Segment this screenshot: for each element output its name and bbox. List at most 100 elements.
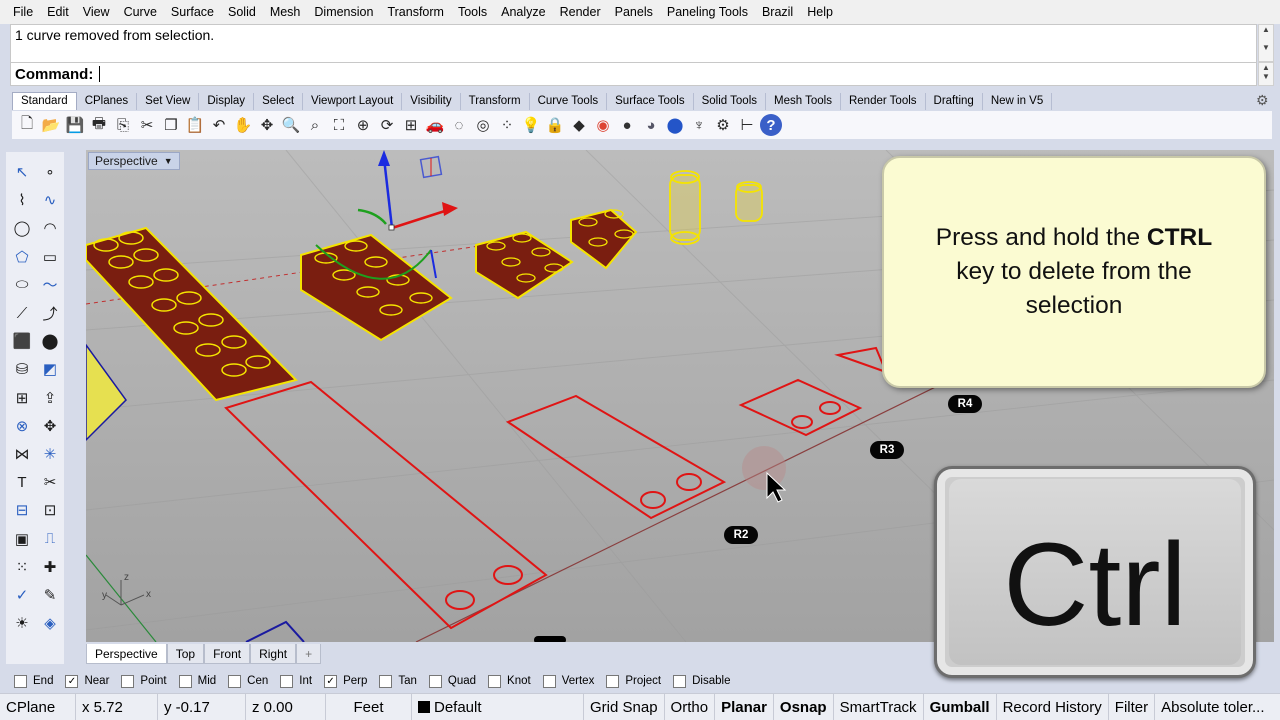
- text-icon[interactable]: T: [8, 468, 36, 496]
- tab-cplanes[interactable]: CPlanes: [77, 93, 138, 110]
- tab-standard[interactable]: Standard: [12, 92, 77, 110]
- tab-surface-tools[interactable]: Surface Tools: [607, 93, 694, 110]
- render-sphere-icon[interactable]: ●: [616, 114, 638, 136]
- circle-icon[interactable]: ◯: [8, 214, 36, 242]
- show-icon[interactable]: ◎: [472, 114, 494, 136]
- polygon-icon[interactable]: ⬠: [8, 243, 36, 271]
- menu-panels[interactable]: Panels: [608, 0, 660, 24]
- material-icon[interactable]: ⬤: [664, 114, 686, 136]
- menu-brazil[interactable]: Brazil: [755, 0, 800, 24]
- menu-mesh[interactable]: Mesh: [263, 0, 308, 24]
- osnap-toggle[interactable]: Osnap: [774, 693, 834, 720]
- import-icon[interactable]: ⎘: [112, 114, 134, 136]
- curve-edit-icon[interactable]: ⟋: [8, 299, 36, 327]
- car-icon[interactable]: 🚗: [424, 114, 446, 136]
- osnap-checkbox[interactable]: [606, 674, 620, 688]
- osnap-checkbox[interactable]: [121, 674, 135, 688]
- command-scrollbar[interactable]: ▲ ▼: [1258, 62, 1274, 86]
- hide-icon[interactable]: ◌: [448, 114, 470, 136]
- tab-set-view[interactable]: Set View: [137, 93, 200, 110]
- osnap-near[interactable]: ✓ Near: [65, 674, 109, 688]
- tab-viewport-layout[interactable]: Viewport Layout: [303, 93, 403, 110]
- open-file-icon[interactable]: 📂: [40, 114, 62, 136]
- join-icon[interactable]: ⋈: [8, 440, 36, 468]
- surface-icon[interactable]: ◩: [36, 355, 64, 383]
- freeform-icon[interactable]: 〜: [36, 271, 64, 299]
- command-line[interactable]: Command:: [10, 62, 1257, 86]
- tab-mesh-tools[interactable]: Mesh Tools: [766, 93, 841, 110]
- tab-select[interactable]: Select: [254, 93, 304, 110]
- osnap-checkbox[interactable]: [428, 674, 442, 688]
- osnap-knot[interactable]: Knot: [488, 674, 531, 688]
- zoom-extents-icon[interactable]: ⛶: [328, 114, 350, 136]
- light-icon[interactable]: ☀: [8, 609, 36, 637]
- osnap-checkbox[interactable]: [280, 674, 294, 688]
- osnap-checkbox[interactable]: [488, 674, 502, 688]
- spotlight-icon[interactable]: ♆: [688, 114, 710, 136]
- menu-edit[interactable]: Edit: [40, 0, 76, 24]
- undo-icon[interactable]: ↶: [208, 114, 230, 136]
- zoom-icon[interactable]: 🔍: [280, 114, 302, 136]
- osnap-quad[interactable]: Quad: [428, 674, 476, 688]
- cut-icon[interactable]: ✂: [136, 114, 158, 136]
- menu-analyze[interactable]: Analyze: [494, 0, 552, 24]
- fillet-icon[interactable]: ⤴: [36, 299, 64, 327]
- menu-dimension[interactable]: Dimension: [307, 0, 380, 24]
- ortho-toggle[interactable]: Ortho: [665, 693, 716, 720]
- move-icon[interactable]: ✚: [36, 553, 64, 581]
- cylinder-icon[interactable]: ⛁: [8, 355, 36, 383]
- light-bulb-icon[interactable]: 💡: [520, 114, 542, 136]
- smarttrack-toggle[interactable]: SmartTrack: [834, 693, 924, 720]
- polyline-icon[interactable]: ⌇: [8, 186, 36, 214]
- menu-render[interactable]: Render: [553, 0, 608, 24]
- mesh-icon[interactable]: ⊞: [8, 384, 36, 412]
- planar-toggle[interactable]: Planar: [715, 693, 774, 720]
- tab-curve-tools[interactable]: Curve Tools: [530, 93, 608, 110]
- record-history-toggle[interactable]: Record History: [997, 693, 1109, 720]
- tab-transform[interactable]: Transform: [461, 93, 530, 110]
- sphere-icon[interactable]: ⬤: [36, 327, 64, 355]
- tab-new-in-v5[interactable]: New in V5: [983, 93, 1053, 110]
- save-icon[interactable]: 💾: [64, 114, 86, 136]
- osnap-vertex[interactable]: Vertex: [542, 674, 594, 688]
- osnap-checkbox[interactable]: [673, 674, 687, 688]
- menu-surface[interactable]: Surface: [164, 0, 221, 24]
- rotate-view-icon[interactable]: ✥: [256, 114, 278, 136]
- copy-icon[interactable]: ❐: [160, 114, 182, 136]
- render-icon[interactable]: ◈: [36, 609, 64, 637]
- array-icon[interactable]: ⁙: [8, 553, 36, 581]
- curve-icon[interactable]: ∿: [36, 186, 64, 214]
- view-tab-right[interactable]: Right: [250, 644, 297, 664]
- paint-icon[interactable]: ✎: [36, 581, 64, 609]
- explode-icon[interactable]: ✳: [36, 440, 64, 468]
- rectangle-icon[interactable]: ▭: [36, 243, 64, 271]
- menu-transform[interactable]: Transform: [380, 0, 451, 24]
- new-file-icon[interactable]: 🗋: [16, 114, 38, 136]
- tab-drafting[interactable]: Drafting: [926, 93, 983, 110]
- osnap-perp[interactable]: ✓ Perp: [324, 674, 367, 688]
- menu-solid[interactable]: Solid: [221, 0, 263, 24]
- osnap-int[interactable]: Int: [280, 674, 312, 688]
- cplane-label[interactable]: CPlane: [0, 693, 76, 720]
- osnap-tan[interactable]: Tan: [379, 674, 417, 688]
- menu-view[interactable]: View: [76, 0, 117, 24]
- view-tab-front[interactable]: Front: [204, 644, 251, 664]
- zoom-window-icon[interactable]: ⌕: [304, 114, 326, 136]
- osnap-project[interactable]: Project: [606, 674, 661, 688]
- ellipse-icon[interactable]: ⬭: [8, 271, 36, 299]
- osnap-point[interactable]: Point: [121, 674, 167, 688]
- tab-render-tools[interactable]: Render Tools: [841, 93, 926, 110]
- grid-snap-toggle[interactable]: Grid Snap: [584, 693, 665, 720]
- osnap-checkbox[interactable]: ✓: [65, 674, 79, 688]
- group-icon[interactable]: ⊟: [8, 496, 36, 524]
- osnap-checkbox[interactable]: [542, 674, 556, 688]
- osnap-checkbox[interactable]: [228, 674, 242, 688]
- menu-file[interactable]: File: [6, 0, 40, 24]
- osnap-end[interactable]: End: [14, 674, 53, 688]
- box-icon[interactable]: ⬛: [8, 327, 36, 355]
- color-wheel-icon[interactable]: ◉: [592, 114, 614, 136]
- transform-icon[interactable]: ✥: [36, 412, 64, 440]
- menu-curve[interactable]: Curve: [117, 0, 164, 24]
- block-icon[interactable]: ⊡: [36, 496, 64, 524]
- pan-icon[interactable]: ✋: [232, 114, 254, 136]
